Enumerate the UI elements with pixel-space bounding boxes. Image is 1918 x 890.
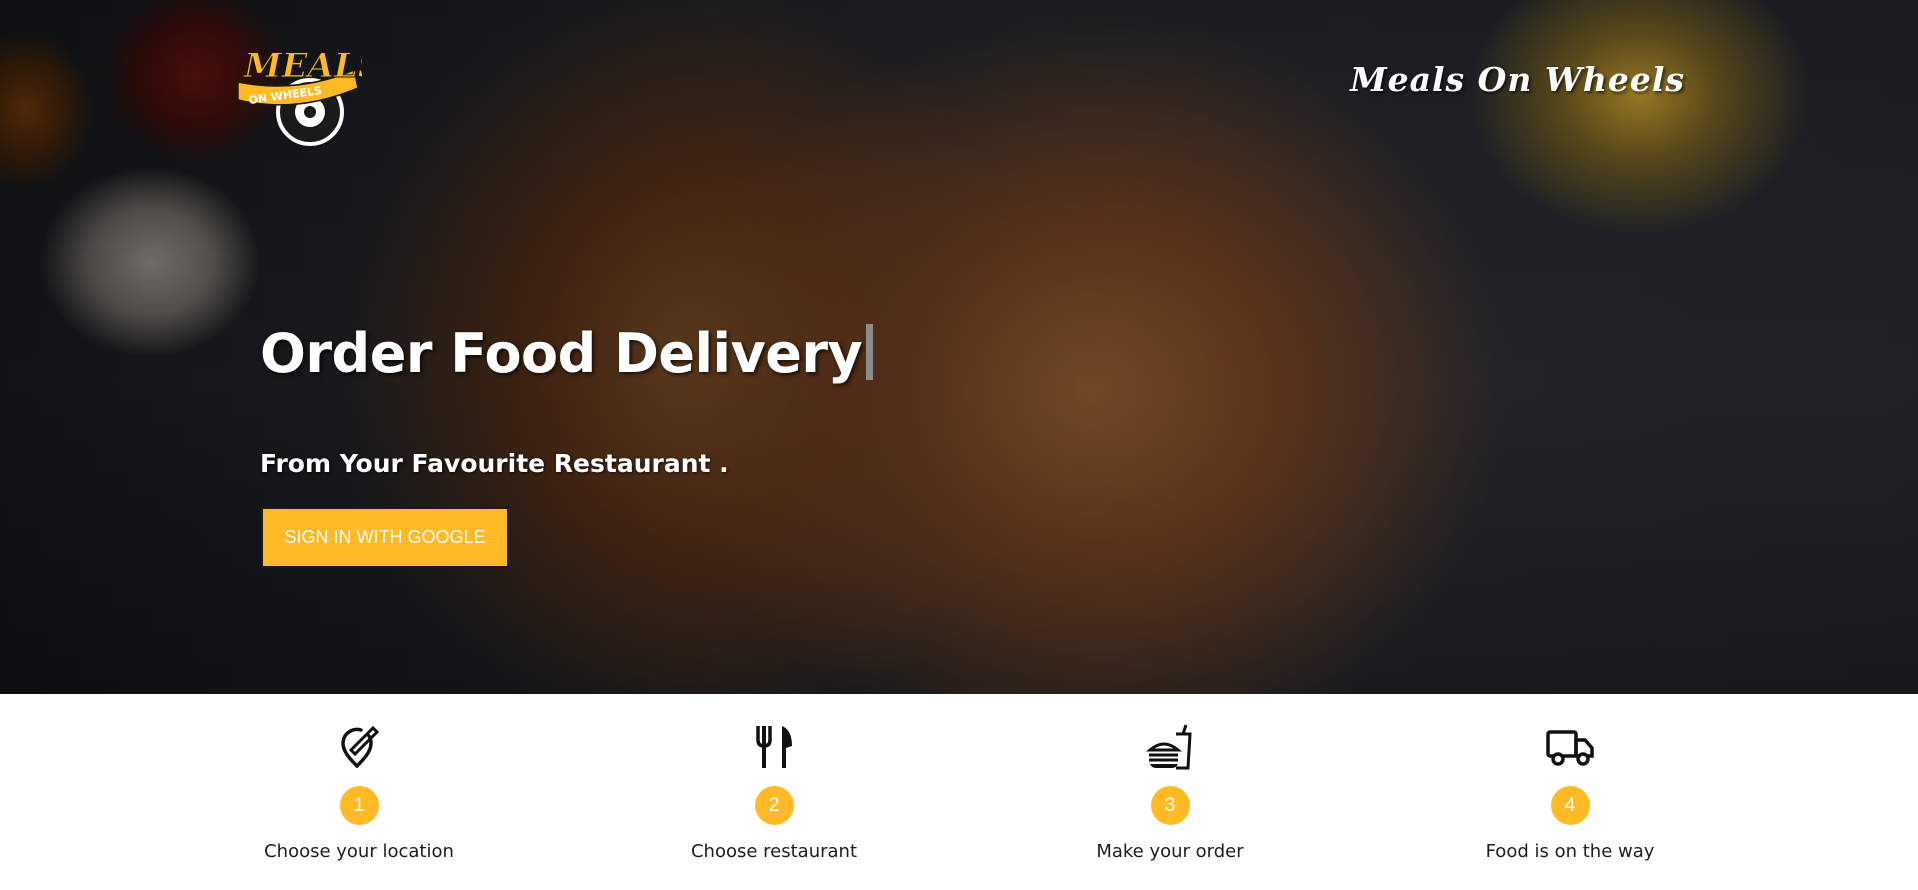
brand-logo[interactable]: MEALS ON WHEELS <box>232 22 383 147</box>
how-it-works-steps: 1 Choose your location 2 Choose restaura… <box>0 694 1918 890</box>
sign-in-with-google-button[interactable]: SIGN IN WITH GOOGLE <box>261 507 509 568</box>
hero-subheadline: From Your Favourite Restaurant . <box>260 449 729 478</box>
step-choose-location: 1 Choose your location <box>239 724 479 862</box>
step-label: Food is on the way <box>1485 841 1655 862</box>
step-label: Make your order <box>1096 841 1244 862</box>
delivery-truck-icon <box>1546 730 1594 766</box>
step-food-on-the-way: 4 Food is on the way <box>1450 724 1690 862</box>
fork-knife-icon <box>756 726 792 768</box>
step-make-order: 3 Make your order <box>1050 724 1290 862</box>
brand-name: Meals On Wheels <box>1350 60 1685 99</box>
step-number: 1 <box>339 786 379 825</box>
hero-headline: Order Food Delivery <box>260 322 874 385</box>
location-pin-icon <box>341 725 380 768</box>
wheel-logo-icon: MEALS ON WHEELS <box>237 46 383 146</box>
step-number: 2 <box>754 786 794 825</box>
logo-text-meals: MEALS <box>243 46 362 86</box>
hero-section: MEALS ON WHEELS Meals On Wheels Order Fo… <box>0 0 1918 694</box>
typing-cursor <box>866 324 874 380</box>
step-number: 4 <box>1550 786 1590 825</box>
step-number: 3 <box>1150 786 1190 825</box>
step-label: Choose restaurant <box>690 841 858 862</box>
step-label: Choose your location <box>264 841 454 862</box>
burger-drink-icon <box>1146 724 1192 770</box>
step-choose-restaurant: 2 Choose restaurant <box>654 724 894 862</box>
hero-headline-text: Order Food Delivery <box>260 322 863 385</box>
